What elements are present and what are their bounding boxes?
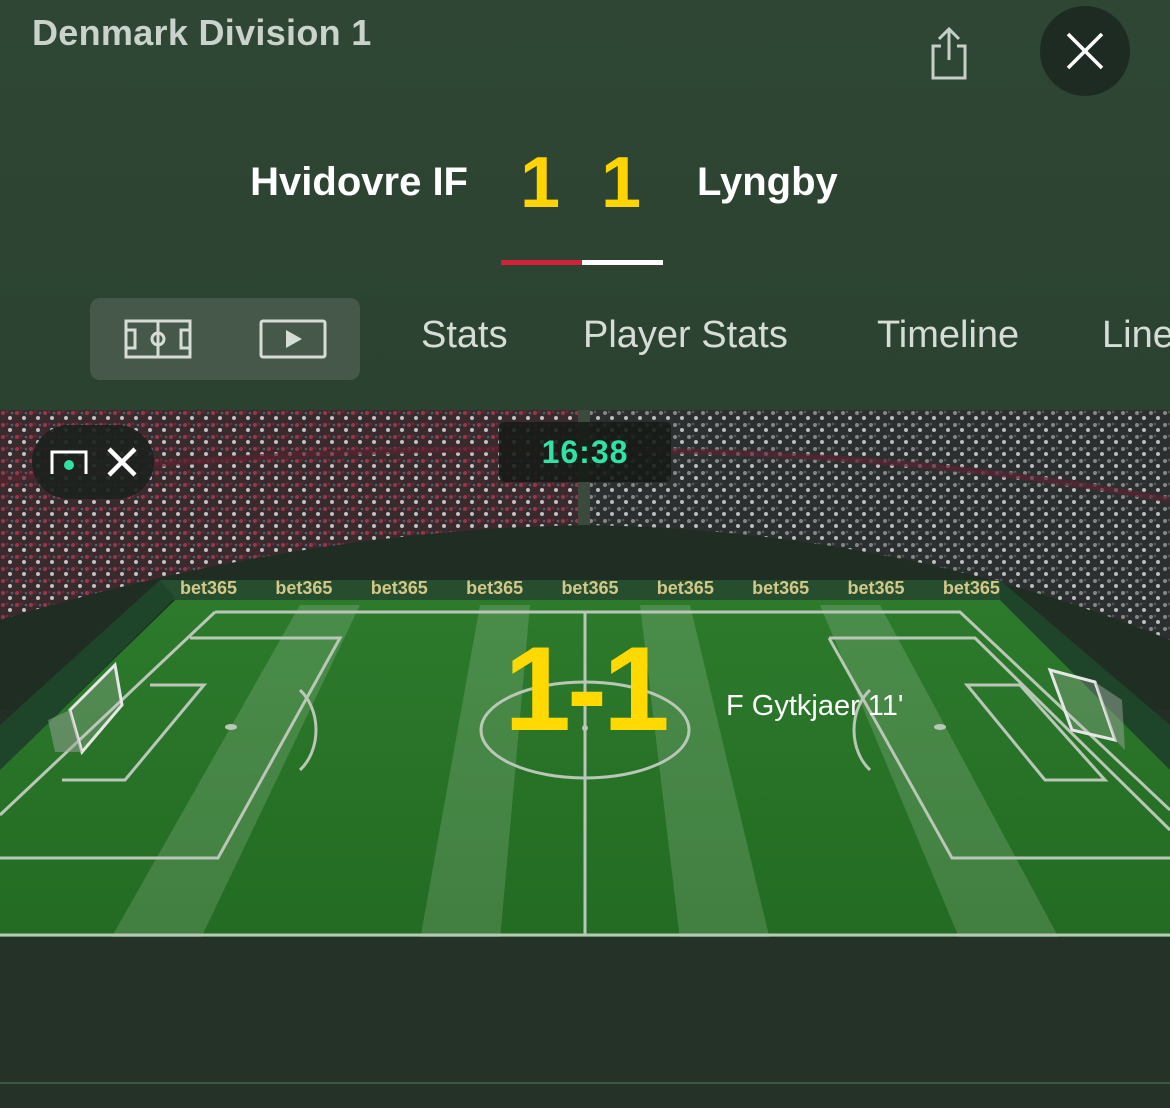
video-play-icon xyxy=(259,319,326,359)
sponsor-label: bet365 xyxy=(275,578,333,598)
away-team-name: Lyngby xyxy=(697,160,838,204)
away-score: 1 xyxy=(600,143,642,223)
tab-timeline[interactable]: Timeline xyxy=(877,314,1019,357)
tab-player-stats[interactable]: Player Stats xyxy=(583,314,788,357)
share-button[interactable] xyxy=(920,22,978,86)
team-color-bar xyxy=(501,260,663,265)
sponsor-label: bet365 xyxy=(466,578,524,598)
sponsor-label: bet365 xyxy=(752,578,810,598)
home-team-name: Hvidovre IF xyxy=(250,160,468,204)
tab-video-view[interactable] xyxy=(225,298,360,380)
tab-stats[interactable]: Stats xyxy=(421,314,508,357)
goal-score-display: 1-1 xyxy=(504,622,669,756)
away-color-bar xyxy=(582,260,663,265)
tab-bar: Stats Player Stats Timeline Line xyxy=(0,298,1170,380)
match-header: Denmark Division 1 Hvidovre IF 1 1 Lyngb… xyxy=(0,0,1170,410)
close-button[interactable] xyxy=(1040,6,1130,96)
close-visualisation-icon[interactable] xyxy=(106,446,138,478)
sponsor-label: bet365 xyxy=(180,578,238,598)
close-icon xyxy=(1066,32,1104,70)
view-toggle xyxy=(90,298,360,380)
sponsor-label: bet365 xyxy=(942,578,1000,598)
match-clock: 16:38 xyxy=(499,422,671,482)
league-title: Denmark Division 1 xyxy=(32,12,372,53)
sponsor-label: bet365 xyxy=(847,578,905,598)
home-color-bar xyxy=(501,260,582,265)
match-visualisation: bet365 bet365 bet365 bet365 bet365 bet36… xyxy=(0,410,1170,1108)
sponsor-label: bet365 xyxy=(656,578,714,598)
goal-scorer-label: F Gytkjaer 11' xyxy=(726,690,904,722)
goal-view-icon[interactable] xyxy=(49,448,89,476)
tab-pitch-view[interactable] xyxy=(90,298,225,380)
stadium-scene xyxy=(0,410,1170,1108)
home-score: 1 xyxy=(519,143,561,223)
sponsor-board: bet365 bet365 bet365 bet365 bet365 bet36… xyxy=(180,578,1000,600)
sponsor-label: bet365 xyxy=(561,578,619,598)
tab-lineups[interactable]: Line xyxy=(1102,314,1170,357)
sponsor-label: bet365 xyxy=(370,578,428,598)
share-icon xyxy=(931,26,967,80)
pitch-view-icon xyxy=(124,319,191,359)
visualisation-controls xyxy=(32,425,154,499)
